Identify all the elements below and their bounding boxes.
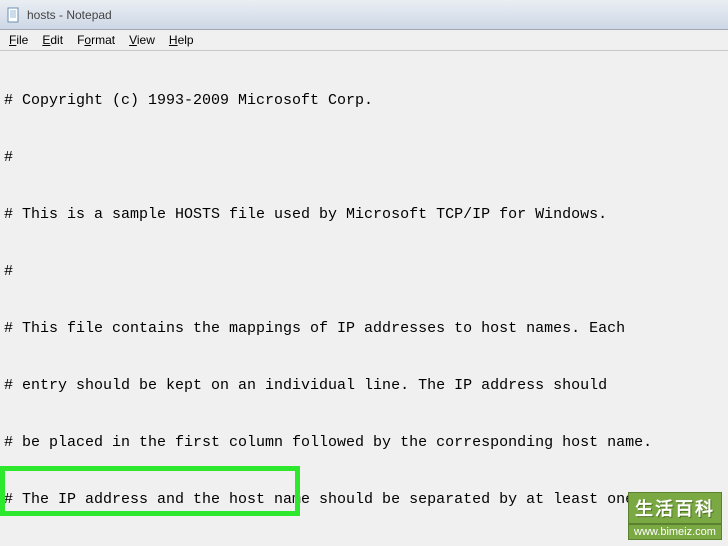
notepad-window: hosts - Notepad File Edit Format View He… <box>0 0 728 546</box>
editor-line: # This file contains the mappings of IP … <box>4 319 724 338</box>
editor-line: # <box>4 148 724 167</box>
editor-line: # Copyright (c) 1993-2009 Microsoft Corp… <box>4 91 724 110</box>
titlebar[interactable]: hosts - Notepad <box>0 0 728 30</box>
menu-format[interactable]: Format <box>70 31 122 49</box>
menu-edit[interactable]: Edit <box>35 31 70 49</box>
notepad-icon <box>6 7 22 23</box>
editor-line: # entry should be kept on an individual … <box>4 376 724 395</box>
editor-line: # be placed in the first column followed… <box>4 433 724 452</box>
editor-line: # This is a sample HOSTS file used by Mi… <box>4 205 724 224</box>
menubar: File Edit Format View Help <box>0 30 728 51</box>
menu-file[interactable]: File <box>2 31 35 49</box>
editor-line: # <box>4 262 724 281</box>
editor-line: # The IP address and the host name shoul… <box>4 490 724 509</box>
menu-help[interactable]: Help <box>162 31 201 49</box>
text-editor[interactable]: # Copyright (c) 1993-2009 Microsoft Corp… <box>0 51 728 546</box>
menu-view[interactable]: View <box>122 31 162 49</box>
window-title: hosts - Notepad <box>27 8 112 22</box>
